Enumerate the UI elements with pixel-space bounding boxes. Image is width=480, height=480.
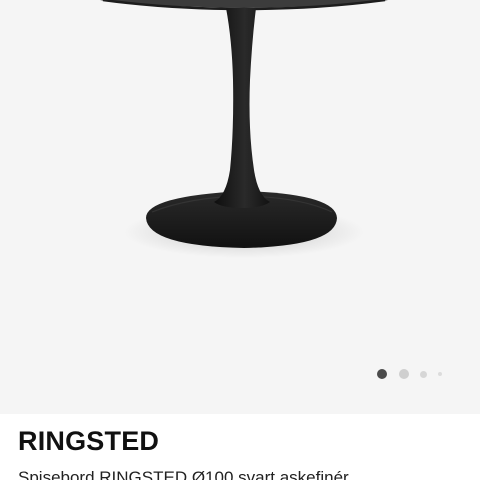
carousel-pagination[interactable] — [377, 369, 442, 379]
product-page: RINGSTED Spisebord RINGSTED Ø100 svart a… — [0, 0, 480, 480]
product-title: RINGSTED — [18, 426, 160, 456]
product-image — [100, 0, 388, 258]
product-description: Spisebord RINGSTED Ø100 svart askefinér — [18, 468, 349, 480]
pagination-dot-active[interactable] — [377, 369, 387, 379]
pagination-dot[interactable] — [420, 370, 427, 378]
pagination-dot[interactable] — [399, 369, 409, 379]
pagination-dot[interactable] — [438, 372, 442, 376]
table-stem — [214, 8, 270, 208]
image-carousel[interactable] — [0, 0, 480, 414]
